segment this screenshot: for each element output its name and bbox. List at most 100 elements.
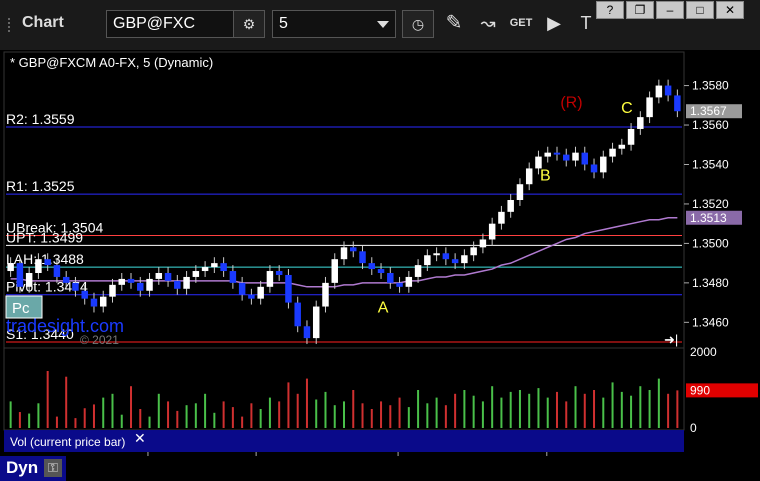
volume-bar	[491, 386, 494, 428]
volume-bar	[231, 407, 234, 428]
candle-body	[655, 85, 663, 98]
volume-bar	[435, 397, 438, 428]
candle-body	[516, 184, 524, 200]
volume-bar	[148, 416, 151, 428]
candle-body	[238, 282, 246, 295]
candle-body	[155, 273, 163, 279]
footer-label: Dyn	[6, 458, 39, 477]
candle-body	[137, 282, 144, 291]
candle-body	[498, 211, 505, 224]
candle-body	[303, 326, 311, 339]
volume-bar	[18, 412, 21, 428]
footer-dyn-box[interactable]: Dyn ⚿	[0, 456, 66, 481]
annotation-label: (R)	[560, 94, 582, 111]
volume-bar	[611, 382, 614, 428]
candle-body	[525, 168, 533, 185]
volume-bar	[380, 401, 383, 428]
candle-body	[127, 278, 135, 283]
candle-body	[350, 247, 357, 252]
annotation-label: C	[621, 100, 633, 117]
lock-icon[interactable]: ⚿	[44, 459, 62, 477]
pc-badge-label: Pc	[12, 300, 30, 317]
volume-bar	[565, 401, 568, 428]
volume-bar	[454, 393, 457, 428]
volume-bar	[537, 388, 540, 428]
volume-bar	[55, 416, 58, 428]
candle-body	[414, 265, 422, 277]
candle-body	[99, 296, 107, 307]
candle-body	[294, 302, 301, 327]
scroll-end-icon[interactable]: ➜|	[664, 332, 678, 347]
price-tick-label: 1.3460	[692, 315, 729, 329]
price-tick-label: 1.3480	[692, 276, 729, 290]
level-label: UPT: 1.3499	[6, 229, 83, 245]
volume-bar	[139, 409, 142, 428]
volume-bar	[444, 405, 447, 428]
candle-body	[461, 255, 468, 264]
volume-bar	[92, 404, 95, 428]
candle-body	[322, 282, 329, 307]
price-chart[interactable]: R2: 1.3559R1: 1.3525UBreak: 1.3504UPT: 1…	[0, 0, 760, 481]
volume-bar	[213, 412, 216, 428]
level-label: R2: 1.3559	[6, 111, 75, 127]
candle-body	[266, 271, 274, 287]
volume-bar	[185, 405, 188, 428]
volume-bar	[352, 390, 355, 428]
volume-bar	[83, 408, 86, 428]
volume-bar	[9, 401, 12, 428]
candle-body	[211, 263, 218, 268]
close-icon[interactable]: ✕	[134, 430, 146, 446]
volume-bar	[500, 397, 503, 428]
copyright: © 2021	[80, 333, 119, 347]
candle-body	[285, 274, 292, 303]
candle-body	[35, 259, 42, 273]
candle-body	[387, 273, 394, 283]
candle-body	[553, 152, 561, 155]
price-tick-label: 1.3560	[692, 118, 729, 132]
volume-bar	[222, 401, 225, 428]
candle-body	[72, 282, 79, 291]
candle-body	[674, 95, 681, 112]
volume-bar	[296, 393, 299, 428]
candle-body	[479, 239, 487, 248]
candle-body	[16, 263, 24, 287]
candle-body	[470, 247, 477, 256]
volume-bar	[111, 393, 114, 428]
candle-body	[229, 271, 237, 283]
candle-body	[488, 223, 496, 240]
candle-body	[183, 276, 190, 289]
candle-body	[340, 247, 348, 260]
volume-bar	[37, 403, 40, 428]
volume-bar	[167, 401, 170, 428]
volume-bar	[361, 403, 364, 428]
candle-body	[220, 263, 227, 272]
candle-body	[433, 253, 440, 256]
candle-body	[396, 282, 403, 287]
candle-body	[192, 271, 200, 277]
price-tick-label: 1.3500	[692, 236, 729, 250]
candle-body	[627, 128, 635, 145]
volume-bar	[546, 397, 549, 428]
candle-body	[90, 298, 98, 307]
volume-tick-label: 0	[690, 421, 697, 435]
volume-bar	[250, 403, 253, 428]
level-label: R1: 1.3525	[6, 178, 75, 194]
candle-body	[359, 251, 366, 264]
volume-bar	[481, 401, 484, 428]
candle-body	[507, 200, 514, 212]
volume-bar	[528, 393, 531, 428]
price-tick-label: 1.3540	[692, 157, 729, 171]
volume-bar	[676, 390, 679, 428]
volume-bar	[46, 371, 49, 428]
volume-bar	[315, 399, 318, 428]
candle-body	[637, 117, 644, 129]
candle-body	[62, 276, 70, 283]
volume-bar	[583, 393, 586, 428]
volume-bar	[417, 390, 420, 428]
candle-body	[590, 164, 598, 173]
volume-bar	[602, 397, 605, 428]
volume-bar	[176, 410, 179, 428]
candle-body	[368, 263, 376, 270]
candle-body	[109, 284, 116, 297]
volume-bar	[259, 409, 262, 428]
